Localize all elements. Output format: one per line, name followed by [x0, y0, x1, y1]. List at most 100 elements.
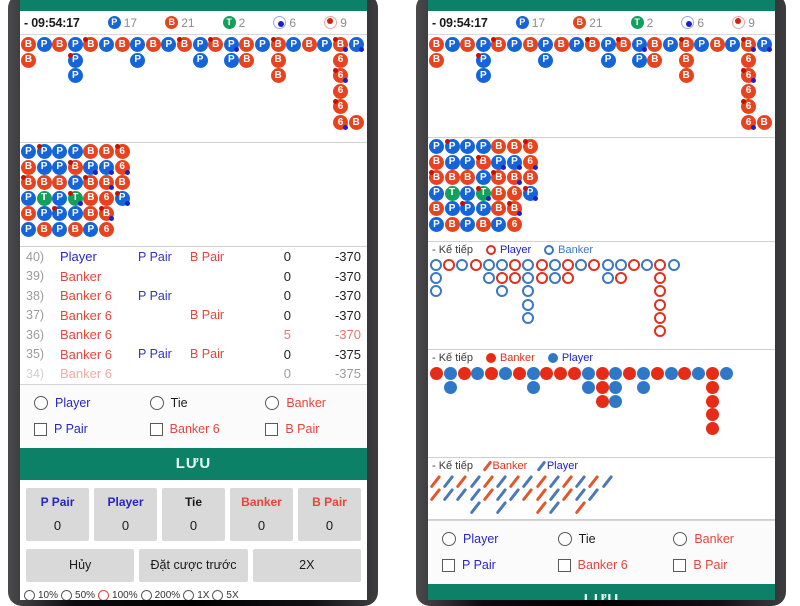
radio-tie[interactable]: Tie	[136, 396, 252, 410]
bead-plate-cell[interactable]: P	[429, 185, 444, 201]
cockroach-cell[interactable]	[495, 474, 507, 489]
big-eye-boy-cell[interactable]	[522, 272, 535, 285]
big-eye-boy-cell[interactable]	[496, 272, 508, 285]
bead-plate-cell[interactable]: P	[36, 144, 52, 159]
bead-plate-cell[interactable]: B	[114, 175, 130, 191]
bead-plate-cell[interactable]: B	[83, 190, 99, 206]
small-road-cell[interactable]	[706, 394, 719, 408]
big-eye-boy-cell[interactable]	[628, 259, 640, 271]
bead-plate-cell[interactable]: P	[460, 185, 476, 201]
big-eye-boy-grid[interactable]	[428, 257, 775, 343]
cockroach-cell[interactable]	[469, 501, 481, 515]
big-road-cell[interactable]: 6	[333, 68, 348, 84]
bead-plate-cell[interactable]: P	[491, 154, 507, 170]
small-road-cell[interactable]	[706, 422, 719, 436]
bead-plate-cell[interactable]: P	[444, 139, 460, 154]
bead-plate-cell[interactable]: B	[522, 170, 538, 186]
big-road-cell[interactable]: B	[239, 52, 255, 68]
big-eye-boy-cell[interactable]	[522, 311, 535, 324]
big-road-cell[interactable]: P	[444, 37, 460, 52]
big-eye-boy-cell[interactable]	[496, 259, 508, 271]
cockroach-cell[interactable]	[456, 488, 468, 502]
bead-plate-cell[interactable]: P	[460, 201, 476, 217]
bead-plate-cell[interactable]: P	[21, 190, 36, 206]
cockroach-cell[interactable]	[535, 474, 547, 489]
bead-plate-cell[interactable]: B	[21, 206, 36, 222]
big-road-cell[interactable]: B	[270, 68, 286, 84]
bead-plate-grid[interactable]: PPPPBB6BPPBPP6BBBPBBBPTPTB6PBPPPBBPBPBP6	[20, 143, 367, 246]
radio-circle-icon[interactable]	[442, 532, 456, 546]
big-road-cell[interactable]: B	[177, 37, 192, 52]
big-road-cell[interactable]: 6	[741, 115, 756, 130]
checkbox-square-icon[interactable]	[442, 558, 455, 572]
chip-tie[interactable]: Tie 0	[162, 488, 225, 541]
bead-plate-cell[interactable]: T	[36, 190, 52, 206]
big-road-panel[interactable]: BBPBPPPBPBPPBPBPPBPPBBPBBBPBPB66666PB	[20, 35, 367, 143]
table-row[interactable]: 36) Banker 6 5 -370	[20, 325, 367, 345]
bead-plate-cell[interactable]: B	[99, 175, 114, 191]
cockroach-cell[interactable]	[574, 501, 587, 515]
big-road-cell[interactable]: B	[678, 52, 694, 68]
small-road-cell[interactable]	[706, 367, 719, 380]
bead-plate-cell[interactable]: T	[67, 190, 83, 206]
big-road-cell[interactable]: P	[475, 52, 491, 68]
big-road-grid[interactable]: BBPBPPPBPBPPBPBPPBPPBBPBBBPBPB66666PB	[428, 35, 775, 137]
radio-circle-icon[interactable]	[557, 532, 572, 546]
big-road-cell[interactable]: B	[647, 37, 663, 52]
small-road-cell[interactable]	[609, 394, 623, 408]
bead-plate-cell[interactable]: 6	[114, 159, 130, 175]
bead-plate-cell[interactable]: P	[52, 222, 68, 237]
small-road-cell[interactable]	[650, 367, 664, 380]
bead-plate-cell[interactable]: B	[83, 144, 99, 159]
big-eye-boy-cell[interactable]	[654, 298, 667, 311]
small-road-cell[interactable]	[443, 380, 457, 394]
bead-plate-cell[interactable]: P	[475, 170, 491, 186]
big-road-cell[interactable]: B	[678, 68, 694, 84]
cockroach-cell[interactable]	[456, 474, 468, 489]
bead-plate-cell[interactable]: P	[460, 154, 476, 170]
big-eye-boy-cell[interactable]	[654, 311, 667, 324]
big-road-panel[interactable]: BBPBPPPBPBPPBPBPPBPPBBPBBBPBPB66666PB	[428, 35, 775, 138]
cockroach-cell[interactable]	[442, 474, 455, 489]
cockroach-cell[interactable]	[482, 488, 494, 502]
table-row[interactable]: 37) Banker 6 B Pair 0 -370	[20, 306, 367, 326]
bead-plate-cell[interactable]: P	[36, 206, 52, 222]
percent-option[interactable]: 1X	[183, 590, 209, 600]
checkbox-b-pair[interactable]: B Pair	[251, 422, 367, 436]
bead-plate-cell[interactable]: P	[52, 206, 68, 222]
bead-plate-cell[interactable]: P	[429, 139, 444, 154]
big-road-cell[interactable]: B	[709, 37, 725, 52]
small-road-cell[interactable]	[678, 367, 692, 380]
big-road-cell[interactable]: P	[130, 37, 146, 52]
big-road-cell[interactable]: P	[756, 37, 772, 52]
cockroach-cell[interactable]	[522, 474, 534, 489]
big-road-cell[interactable]: P	[507, 37, 522, 52]
bead-plate-cell[interactable]: P	[67, 144, 83, 159]
big-eye-boy-cell[interactable]	[535, 272, 548, 285]
big-road-cell[interactable]: B	[553, 37, 569, 52]
bead-plate-cell[interactable]: P	[52, 144, 68, 159]
big-road-cell[interactable]: 6	[741, 52, 756, 68]
bead-plate-cell[interactable]: P	[52, 190, 68, 206]
small-road-cell[interactable]	[692, 367, 706, 380]
big-road-cell[interactable]: 6	[333, 115, 348, 130]
cockroach-cell[interactable]	[548, 474, 560, 489]
percent-option[interactable]: 10%	[24, 590, 58, 600]
chip-p-pair[interactable]: P Pair 0	[26, 488, 89, 541]
radio-circle-icon[interactable]	[24, 590, 35, 600]
big-road-cell[interactable]: B	[301, 37, 317, 52]
bead-plate-cell[interactable]: 6	[99, 190, 114, 206]
bead-plate-cell[interactable]: P	[507, 154, 522, 170]
big-eye-boy-cell[interactable]	[443, 259, 456, 271]
small-road-cell[interactable]	[471, 367, 485, 380]
big-road-cell[interactable]: P	[725, 37, 741, 52]
bead-plate-cell[interactable]: B	[444, 217, 460, 232]
radio-tie[interactable]: Tie	[544, 532, 660, 546]
big-road-cell[interactable]: B	[348, 115, 364, 130]
cockroach-cell[interactable]	[561, 488, 573, 502]
bead-plate-cell[interactable]: 6	[507, 217, 522, 232]
big-road-cell[interactable]: B	[270, 52, 286, 68]
action-button[interactable]: Hủy	[26, 549, 135, 582]
small-road-cell[interactable]	[512, 367, 526, 380]
big-road-cell[interactable]: B	[491, 37, 507, 52]
